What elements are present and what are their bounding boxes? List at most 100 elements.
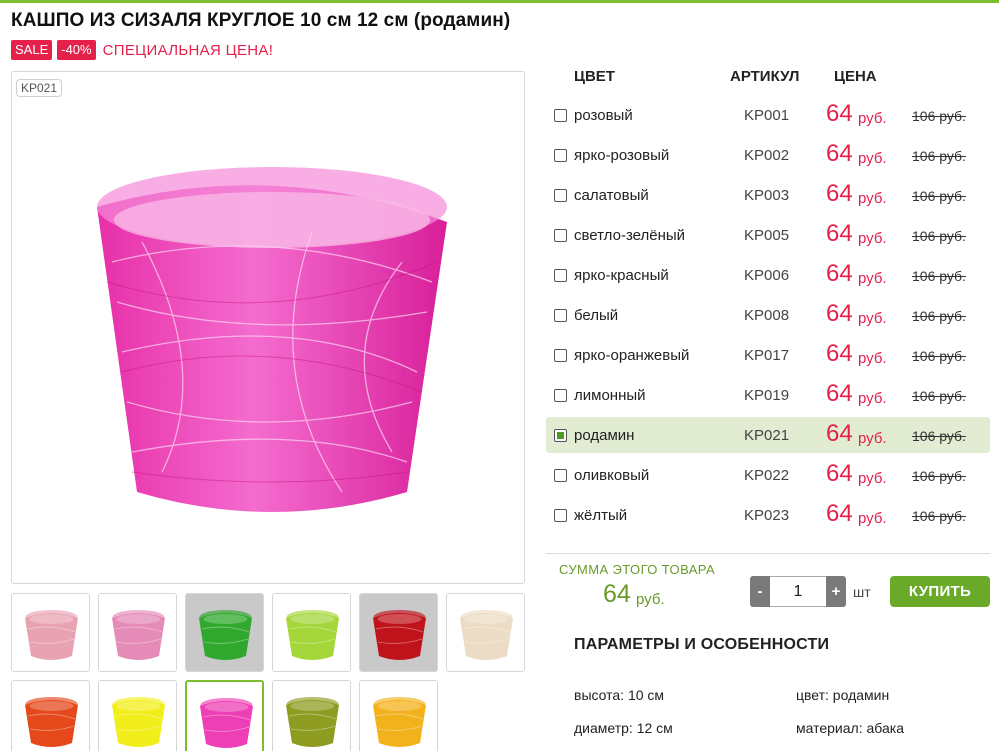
variant-old-price: 106 руб. <box>912 108 966 124</box>
variant-row[interactable]: салатовый KP003 64 руб. 106 руб. <box>546 177 990 213</box>
quantity-unit: шт <box>853 584 871 600</box>
variant-checkbox[interactable] <box>554 469 567 482</box>
variant-currency: руб. <box>858 150 887 167</box>
variant-row[interactable]: лимонный KP019 64 руб. 106 руб. <box>546 377 990 413</box>
quantity-stepper: - + <box>750 576 846 607</box>
thumb-green[interactable] <box>185 593 264 672</box>
variant-old-price: 106 руб. <box>912 148 966 164</box>
param-diameter: диаметр: 12 см <box>574 720 673 736</box>
variant-currency: руб. <box>858 310 887 327</box>
variant-checkbox[interactable] <box>554 269 567 282</box>
variant-old-price: 106 руб. <box>912 308 966 324</box>
thumbnail-pot-icon <box>187 682 262 751</box>
variant-old-price: 106 руб. <box>912 468 966 484</box>
thumbnail-pot-icon <box>12 594 89 671</box>
variant-article: KP017 <box>744 347 790 364</box>
variant-currency: руб. <box>858 390 887 407</box>
variant-article: KP008 <box>744 307 790 324</box>
variant-row[interactable]: белый KP008 64 руб. 106 руб. <box>546 297 990 333</box>
variant-price: 64 <box>826 340 853 367</box>
variant-checkbox[interactable] <box>554 229 567 242</box>
header-article: АРТИКУЛ <box>730 68 800 85</box>
variant-price: 64 <box>826 140 853 167</box>
variant-color-name: ярко-оранжевый <box>574 347 690 364</box>
variant-color-name: родамин <box>574 427 635 444</box>
variant-article: KP021 <box>744 427 790 444</box>
variant-color-name: жёлтый <box>574 507 628 524</box>
thumbnail-pot-icon <box>273 681 350 751</box>
product-main-image[interactable]: KP021 <box>11 71 525 584</box>
header-price: ЦЕНА <box>834 68 877 85</box>
variant-row[interactable]: жёлтый KP023 64 руб. 106 руб. <box>546 497 990 533</box>
variant-row[interactable]: ярко-оранжевый KP017 64 руб. 106 руб. <box>546 337 990 373</box>
variant-price: 64 <box>826 180 853 207</box>
variant-article: KP001 <box>744 107 790 124</box>
param-height: высота: 10 см <box>574 687 665 703</box>
variant-color-name: оливковый <box>574 467 650 484</box>
promo-text: СПЕЦИАЛЬНАЯ ЦЕНА! <box>102 41 274 59</box>
header-color: ЦВЕТ <box>574 68 615 85</box>
variant-article: KP005 <box>744 227 790 244</box>
variant-currency: руб. <box>858 470 887 487</box>
thumb-bright-pink[interactable] <box>98 593 177 672</box>
thumbnail-pot-icon <box>360 681 437 751</box>
variant-currency: руб. <box>858 350 887 367</box>
variant-article: KP022 <box>744 467 790 484</box>
pot-illustration <box>97 167 447 512</box>
buy-button[interactable]: КУПИТЬ <box>890 576 990 607</box>
variant-checkbox[interactable] <box>554 509 567 522</box>
variant-old-price: 106 руб. <box>912 228 966 244</box>
variant-color-name: ярко-красный <box>574 267 669 284</box>
promo-line: SALE -40% СПЕЦИАЛЬНАЯ ЦЕНА! <box>11 40 273 60</box>
variant-color-name: ярко-розовый <box>574 147 670 164</box>
variant-currency: руб. <box>858 110 887 127</box>
discount-badge: -40% <box>57 40 96 60</box>
thumb-yellow[interactable] <box>359 680 438 751</box>
params-title: ПАРАМЕТРЫ И ОСОБЕННОСТИ <box>574 636 830 653</box>
thumb-rhodamine[interactable] <box>185 680 264 751</box>
page-title: КАШПО ИЗ СИЗАЛЯ КРУГЛОЕ 10 см 12 см (род… <box>11 10 511 31</box>
sum-currency: руб. <box>636 591 665 608</box>
variant-old-price: 106 руб. <box>912 188 966 204</box>
sum-label: СУММА ЭТОГО ТОВАРА <box>559 562 716 577</box>
thumbnail-pot-icon <box>360 594 437 671</box>
thumbnail-pot-icon <box>273 594 350 671</box>
variant-checkbox[interactable] <box>554 429 567 442</box>
variant-checkbox[interactable] <box>554 149 567 162</box>
variant-row[interactable]: розовый KP001 64 руб. 106 руб. <box>546 97 990 133</box>
thumb-olive[interactable] <box>272 680 351 751</box>
variant-article: KP019 <box>744 387 790 404</box>
thumbnail-pot-icon <box>99 681 176 751</box>
variant-row[interactable]: светло-зелёный KP005 64 руб. 106 руб. <box>546 217 990 253</box>
variant-old-price: 106 руб. <box>912 428 966 444</box>
variant-checkbox[interactable] <box>554 349 567 362</box>
thumb-white[interactable] <box>446 593 525 672</box>
variant-color-name: розовый <box>574 107 633 124</box>
thumb-light-green[interactable] <box>272 593 351 672</box>
variant-price: 64 <box>826 300 853 327</box>
quantity-minus-button[interactable]: - <box>750 576 770 607</box>
variant-old-price: 106 руб. <box>912 268 966 284</box>
variant-article: KP023 <box>744 507 790 524</box>
variant-color-name: белый <box>574 307 619 324</box>
variant-checkbox[interactable] <box>554 389 567 402</box>
variant-row[interactable]: оливковый KP022 64 руб. 106 руб. <box>546 457 990 493</box>
variant-checkbox[interactable] <box>554 189 567 202</box>
thumb-orange[interactable] <box>11 680 90 751</box>
variant-currency: руб. <box>858 270 887 287</box>
thumb-rose[interactable] <box>11 593 90 672</box>
quantity-input[interactable] <box>770 576 826 607</box>
variant-price: 64 <box>826 100 853 127</box>
variant-checkbox[interactable] <box>554 109 567 122</box>
variant-article: KP003 <box>744 187 790 204</box>
variant-row[interactable]: родамин KP021 64 руб. 106 руб. <box>546 417 990 453</box>
quantity-plus-button[interactable]: + <box>826 576 846 607</box>
variant-row[interactable]: ярко-розовый KP002 64 руб. 106 руб. <box>546 137 990 173</box>
variant-currency: руб. <box>858 430 887 447</box>
thumb-lemon[interactable] <box>98 680 177 751</box>
thumb-red[interactable] <box>359 593 438 672</box>
variant-price: 64 <box>826 460 853 487</box>
variant-row[interactable]: ярко-красный KP006 64 руб. 106 руб. <box>546 257 990 293</box>
variant-checkbox[interactable] <box>554 309 567 322</box>
image-code-tag: KP021 <box>16 79 63 97</box>
